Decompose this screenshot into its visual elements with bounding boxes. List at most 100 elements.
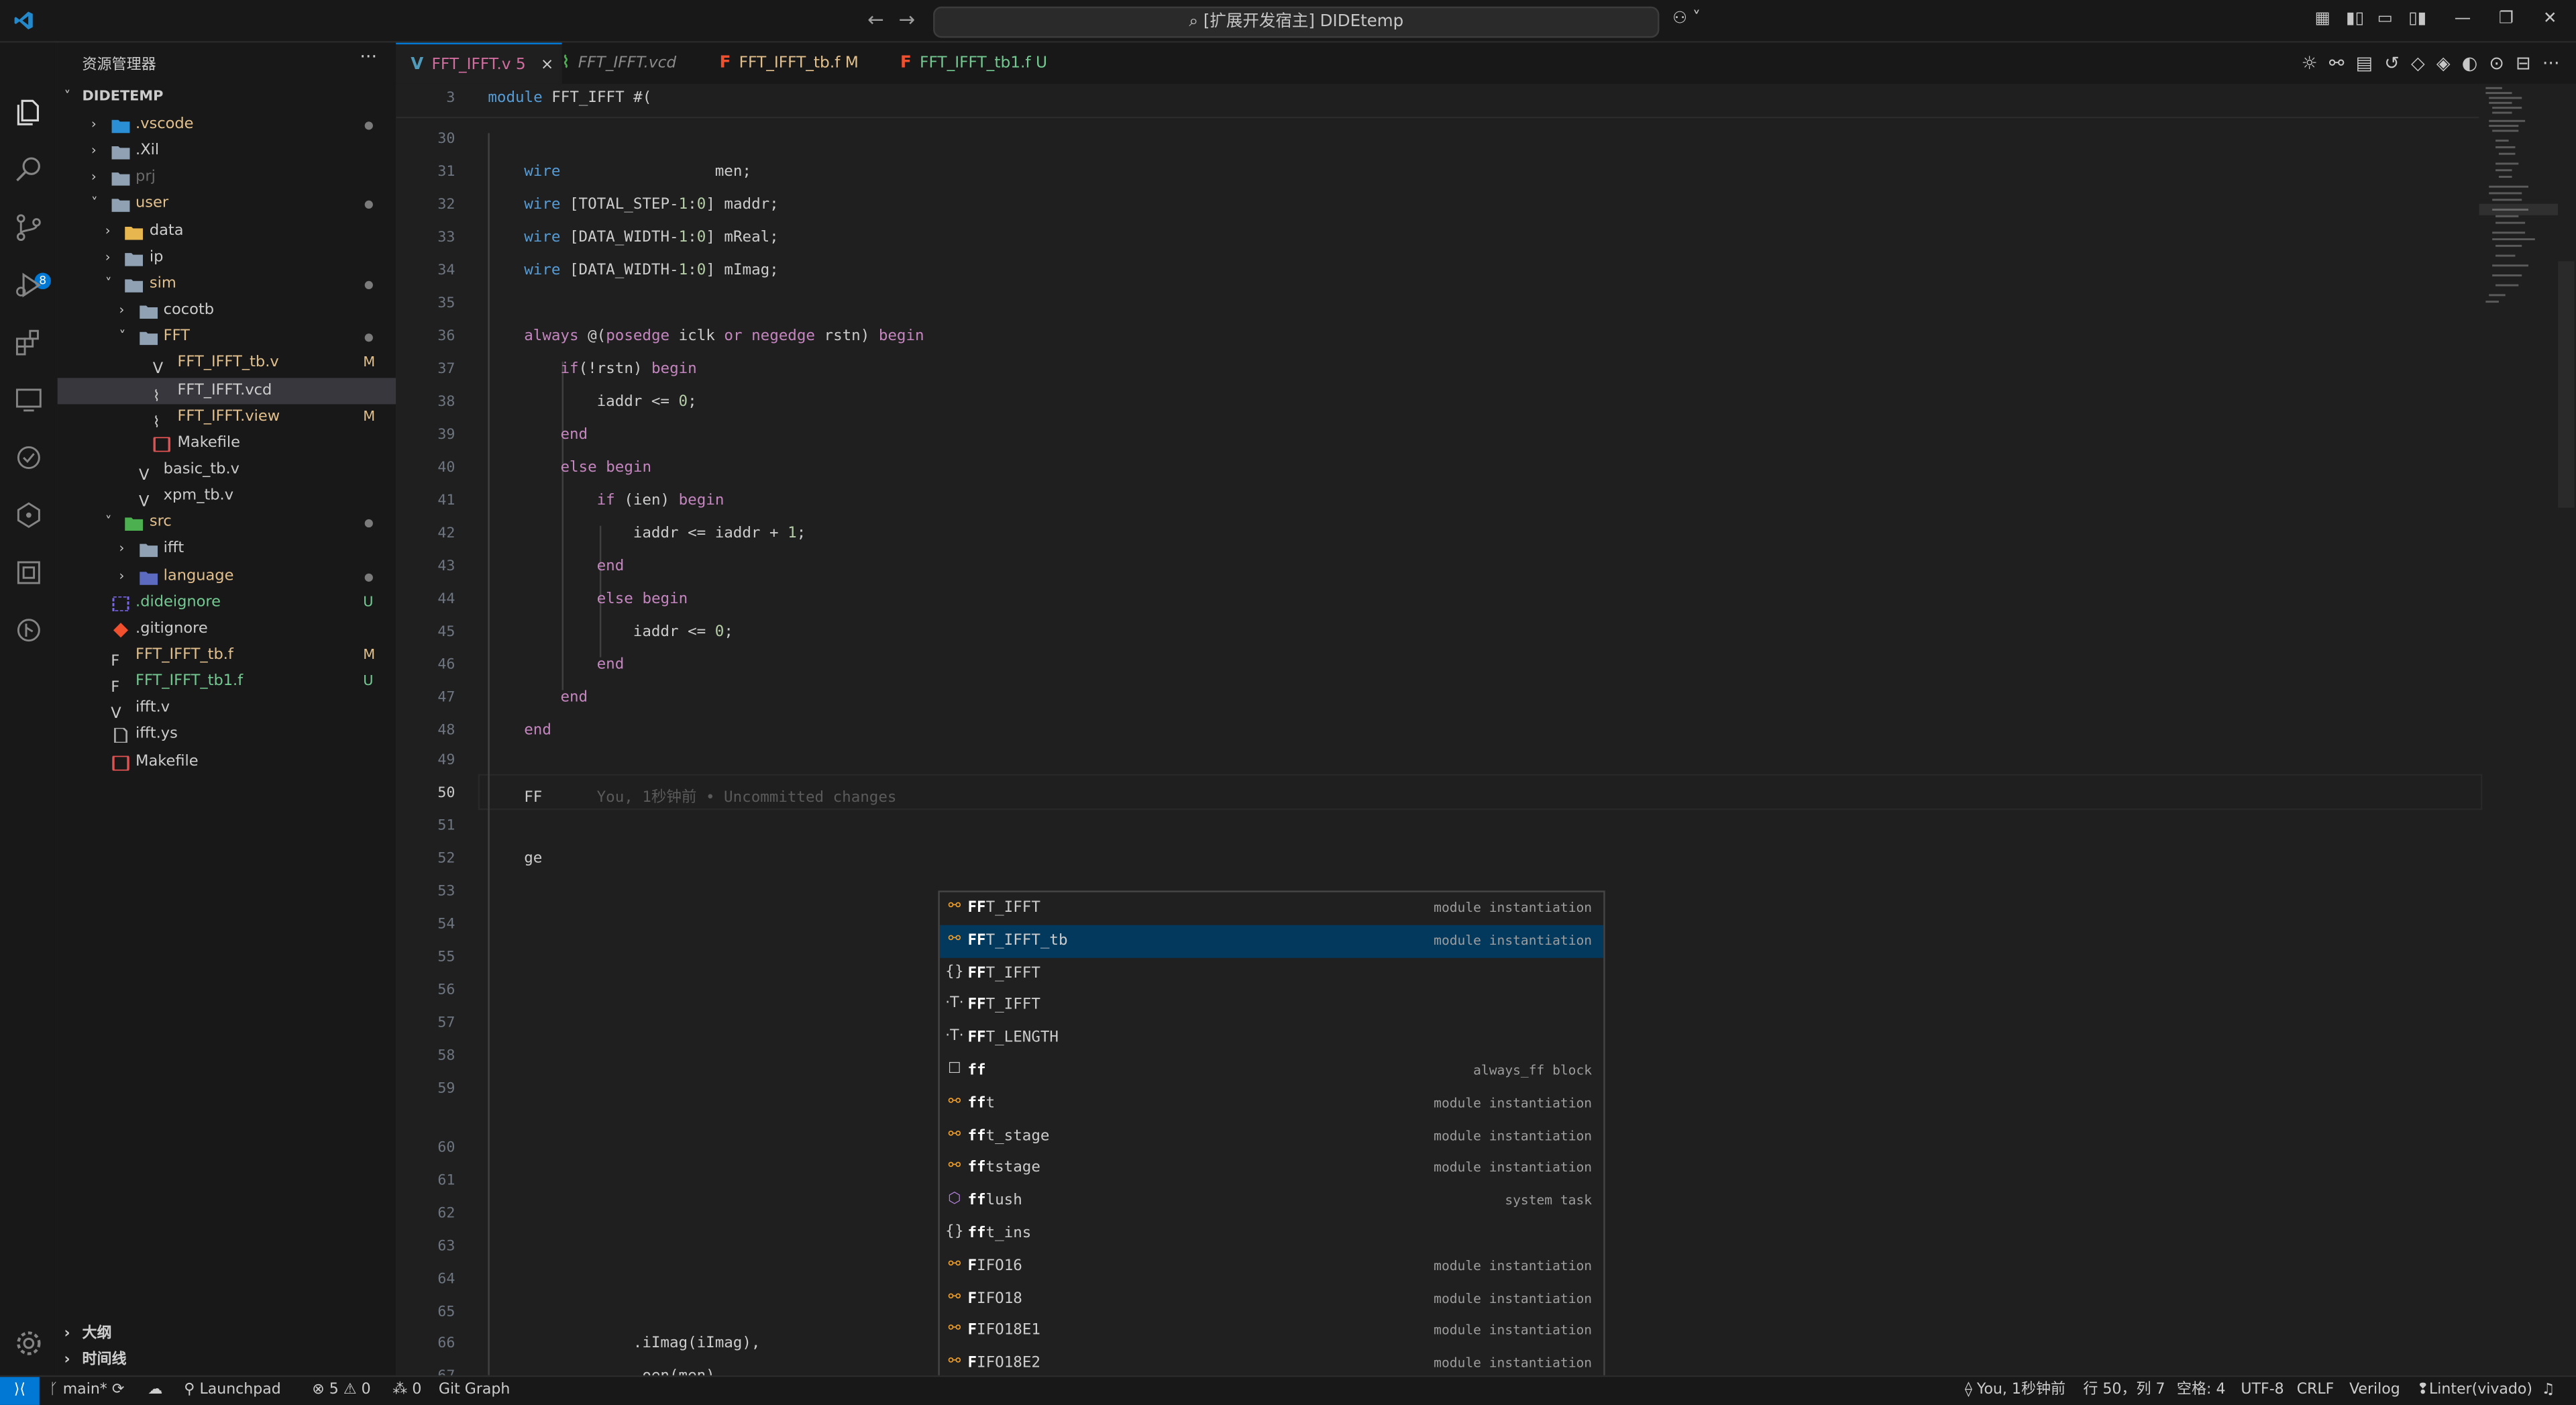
toggle-panel-icon[interactable]: ▭ [2377,10,2393,28]
sync-icon[interactable]: ⟳ [112,1382,124,1398]
tree-item-prj[interactable]: › prj [58,165,396,191]
tree-item-fft-ifft-tb-v[interactable]: V FFT_IFFT_tb.v M [58,350,396,378]
tree-item-basic-tb-v[interactable]: Vbasic_tb.v [58,457,396,485]
gitlens-icon[interactable] [13,499,45,531]
more-editor-actions-icon[interactable]: ··· [2542,52,2560,74]
restore-icon[interactable]: ❐ [2499,10,2514,28]
tree-item-gitignore[interactable]: .gitignore [58,616,396,642]
tree-item-ip[interactable]: › ip [58,244,396,270]
timeline-section[interactable]: › 时间线 [58,1347,396,1373]
eol-status[interactable]: CRLF [2297,1377,2334,1403]
tree-item-makefile[interactable]: Makefile [58,430,396,456]
hardware-icon[interactable] [13,557,45,588]
suggestion-item[interactable]: ·T· FFT_IFFT [940,990,1603,1022]
customize-layout-icon[interactable]: ▦ [2315,10,2330,28]
refresh-icon[interactable]: ↺ [2384,52,2400,74]
tab-fft-ifft-vcd[interactable]: ⌇ FFT_IFFT.vcd [562,43,707,84]
tree-item-sim[interactable]: ˅ sim [58,271,396,297]
tree-item-vscode[interactable]: › .vscode [58,112,396,138]
suggestion-item[interactable]: ⚯ fftstage module instantiation [940,1153,1603,1185]
toggle-secondary-sidebar-icon[interactable]: ▯▮ [2408,10,2426,28]
language-mode[interactable]: Verilog [2349,1377,2400,1403]
blame-status[interactable]: ⟠ You, 1秒钟前 [1965,1377,2065,1403]
suggestion-item[interactable]: ·T· FFT_LENGTH [940,1023,1603,1055]
tree-item-ifft-ys[interactable]: ifft.ys [58,722,396,748]
suggestion-item[interactable]: ⚯ FFT_IFFT_tb module instantiation [939,925,1604,957]
tab-fft-ifft-tb-f[interactable]: F FFT_IFFT_tb.f M [720,43,884,84]
tree-item-src[interactable]: ˅ src [58,510,396,536]
vertical-scrollbar[interactable] [2558,261,2575,508]
run-debug-icon[interactable] [13,270,45,301]
tree-item-ifft-v[interactable]: Vifft.v [58,696,396,724]
tree-item-xil[interactable]: › .Xil [58,138,396,164]
tree-item-xpm-tb-v[interactable]: Vxpm_tb.v [58,483,396,511]
tree-item-user[interactable]: ˅ user [58,191,396,217]
tree-item-fft-ifft-tb1-f[interactable]: F FFT_IFFT_tb1.f U [58,669,396,697]
tree-item-dideignore[interactable]: .dideignore U [58,589,396,615]
suggestion-item[interactable]: ⚯ FIFO18E1 module instantiation [940,1315,1603,1347]
tab-fft-ifft-tb1-f[interactable]: F FFT_IFFT_tb1.f U [900,43,1073,84]
suggestion-item[interactable]: ⚯ FFT_IFFT module instantiation [940,892,1603,925]
suggestion-item[interactable]: ⚯ FIFO16 module instantiation [940,1250,1603,1282]
workspace-root[interactable]: ˅ DIDETEMP [58,84,396,110]
suggestion-item[interactable]: ⚯ fft module instantiation [940,1088,1603,1120]
code-editor[interactable]: 30 31 wire men; 32 wire [TOTAL_STEP-1:0] mad… [396,83,2576,1375]
explorer-icon[interactable] [13,97,45,128]
close-window-icon[interactable]: ✕ [2543,10,2557,28]
git-graph-status[interactable]: Git Graph [439,1377,510,1403]
extensions-icon[interactable] [13,327,45,358]
cursor-position[interactable]: 行 50，列 7 [2083,1377,2165,1403]
testing-icon[interactable] [13,442,45,474]
tree-item-fft-ifft-view[interactable]: ⌇ FFT_IFFT.view M [58,404,396,431]
manage-gear-icon[interactable] [13,1328,45,1359]
suggestion-item[interactable]: ⚯ FIFO18E2 module instantiation [940,1348,1603,1375]
share-icon[interactable]: ⚯ [2329,52,2345,74]
split-editor-icon[interactable]: ⊟ [2516,52,2531,74]
toggle-blame-icon[interactable]: ⊙ [2489,52,2504,74]
launchpad-status[interactable]: ⚲ Launchpad [184,1377,280,1403]
forward-arrow-icon[interactable]: → [899,8,916,31]
suggestion-item[interactable]: ☐ ff always_ff block [940,1055,1603,1087]
toggle-sidebar-icon[interactable]: ▮▯ [2346,10,2364,28]
next-change-icon[interactable]: ◈ [2436,52,2451,74]
suggestion-item[interactable]: {} FFT_IFFT [940,957,1603,990]
tree-item-fft[interactable]: ˅ FFT [58,324,396,350]
remote-explorer-icon[interactable] [13,384,45,416]
tree-item-cocotb[interactable]: › cocotb [58,297,396,323]
minimize-icon[interactable]: — [2455,10,2471,28]
copilot-icon[interactable]: ⚇ ˅ [1672,10,1701,28]
back-arrow-icon[interactable]: ← [867,8,884,31]
tab-fft-ifft-v[interactable]: V FFT_IFFT.v 5 × [396,42,562,86]
command-center[interactable]: ⌕ [扩展开发宿主] DIDEtemp [933,6,1660,38]
tree-item-data[interactable]: › data [58,218,396,244]
open-preview-icon[interactable]: ▤ [2356,52,2373,74]
minimap[interactable] [2479,84,2561,1375]
linter-status[interactable]: ❢Linter(vivado) [2416,1377,2532,1403]
suggestion-item[interactable]: {} fft_ins [940,1218,1603,1250]
tree-item-fft-ifft-tb-f[interactable]: F FFT_IFFT_tb.f M [58,643,396,670]
branch-status[interactable]: ᚴ main* ⟳ [49,1377,124,1403]
indentation-status[interactable]: 空格: 4 [2177,1377,2226,1403]
close-tab-icon[interactable]: × [541,56,554,74]
more-actions-icon[interactable]: ··· [360,46,377,68]
notifications-bell-icon[interactable]: ♫ [2542,1377,2555,1403]
tree-item-ifft[interactable]: › ifft [58,536,396,562]
tree-item-makefile[interactable]: Makefile [58,749,396,775]
tree-item-fft-ifft-vcd[interactable]: ⌇ FFT_IFFT.vcd [57,377,396,405]
suggestion-item[interactable]: ⚯ FIFO18 module instantiation [940,1283,1603,1315]
source-control-icon[interactable] [13,212,45,244]
sticky-scroll[interactable]: 3 module FFT_IFFT #( [396,83,2479,119]
outline-section[interactable]: › 大纲 [58,1321,396,1347]
ports-status[interactable]: ⁂ 0 [392,1377,421,1403]
suggestion-item[interactable]: ⚯ fft_stage module instantiation [940,1120,1603,1152]
search-sidebar-icon[interactable] [13,154,45,186]
problems-status[interactable]: ⊗ 5 ⚠ 0 [312,1377,370,1403]
debug-icon[interactable]: ☼ [2302,52,2318,74]
previous-change-icon[interactable]: ◇ [2411,52,2425,74]
git-graph-icon[interactable] [13,615,45,646]
encoding-status[interactable]: UTF-8 [2241,1377,2284,1403]
tree-item-language[interactable]: › language [58,563,396,589]
suggestion-item[interactable]: ⬡ fflush system task [940,1185,1603,1217]
timeline-icon[interactable]: ◐ [2462,52,2478,74]
publish-icon[interactable]: ☁ [148,1377,162,1403]
